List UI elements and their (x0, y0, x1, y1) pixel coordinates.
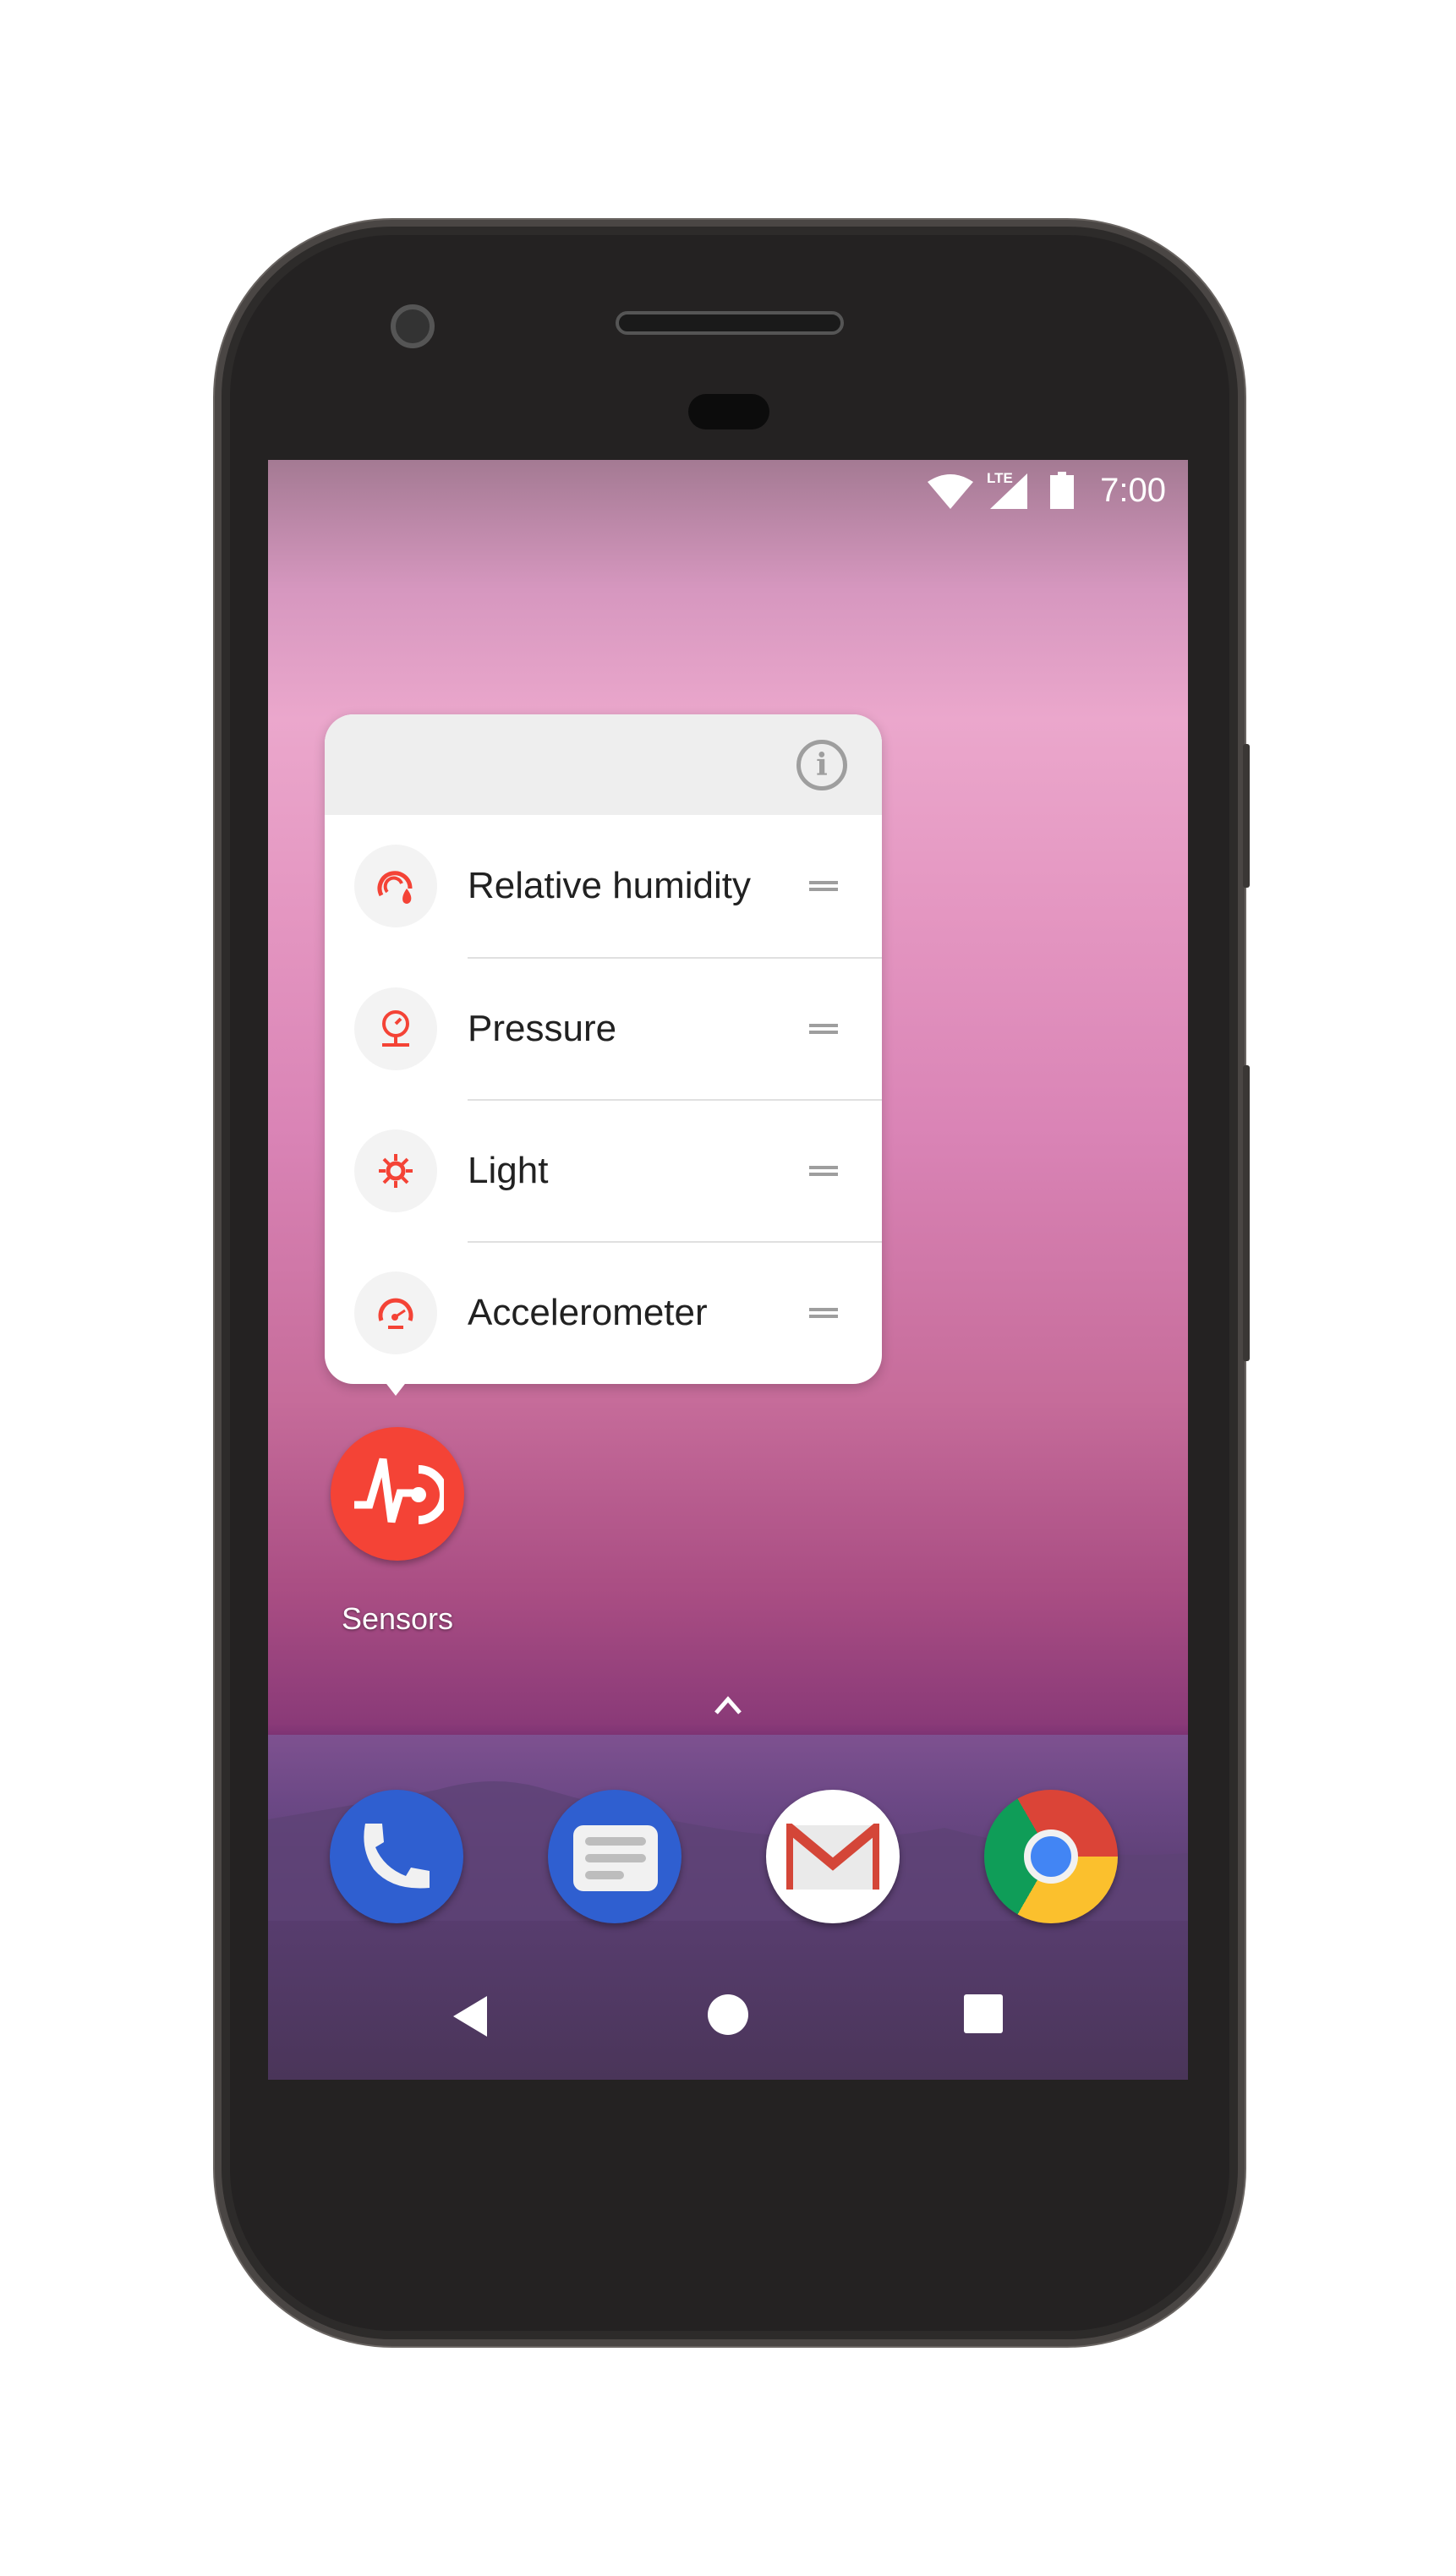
shortcut-accelerometer[interactable]: Accelerometer (325, 1242, 882, 1384)
shortcut-pressure[interactable]: Pressure (325, 958, 882, 1100)
drag-handle-icon[interactable] (809, 1166, 838, 1176)
shortcut-relative-humidity[interactable]: Relative humidity (325, 815, 882, 957)
popup-header: i (325, 714, 882, 815)
front-camera (391, 304, 435, 348)
signal-icon (990, 473, 1027, 509)
proximity-sensor (688, 394, 769, 429)
shortcut-label: Pressure (468, 1008, 617, 1049)
app-drawer-chevron-icon[interactable] (713, 1689, 743, 1720)
home-button[interactable] (708, 1994, 748, 2035)
shortcut-label: Light (468, 1150, 549, 1191)
chrome-icon[interactable] (984, 1790, 1118, 1923)
gmail-icon[interactable] (766, 1790, 900, 1923)
wifi-icon (928, 474, 973, 509)
back-button[interactable] (450, 1994, 492, 2038)
pressure-gauge-icon (354, 987, 437, 1070)
shortcut-label: Accelerometer (468, 1292, 708, 1333)
messages-icon[interactable] (548, 1790, 681, 1923)
earpiece-speaker (616, 311, 844, 335)
info-icon[interactable]: i (796, 740, 847, 790)
sensors-app-label[interactable]: Sensors (296, 1601, 499, 1637)
sun-icon (354, 1129, 437, 1212)
drag-handle-icon[interactable] (809, 1308, 838, 1318)
recents-button[interactable] (964, 1994, 1003, 2033)
popup-pointer (384, 1381, 408, 1396)
shortcut-label: Relative humidity (468, 865, 752, 906)
sensors-app-icon[interactable] (331, 1427, 464, 1561)
power-button (1243, 744, 1250, 888)
app-shortcuts-popup: i Relative humidity Pressure Light Accel… (325, 714, 882, 1396)
drag-handle-icon[interactable] (809, 881, 838, 891)
status-bar: LTE 7:00 (268, 460, 1188, 519)
clock: 7:00 (1100, 472, 1166, 509)
speedometer-icon (354, 1272, 437, 1354)
drag-handle-icon[interactable] (809, 1024, 838, 1034)
shortcut-light[interactable]: Light (325, 1100, 882, 1242)
humidity-gauge-icon (354, 845, 437, 927)
volume-button (1243, 1065, 1250, 1361)
battery-icon (1050, 472, 1074, 509)
screen: LTE 7:00 i Relative humidity Pressure Li… (268, 460, 1188, 2080)
phone-icon[interactable] (330, 1790, 463, 1923)
